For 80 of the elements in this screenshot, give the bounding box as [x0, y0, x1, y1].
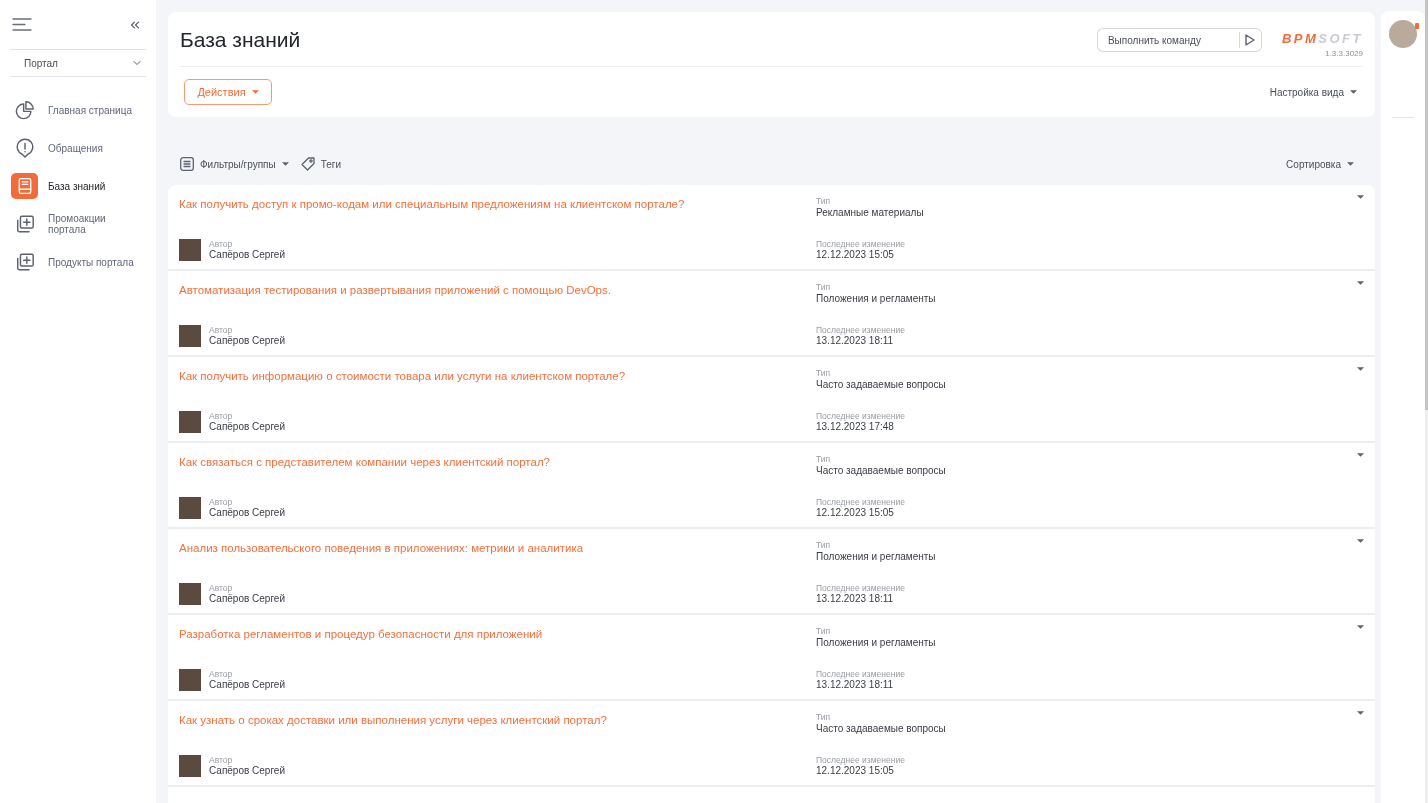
type-value: Положения и регламенты — [816, 292, 936, 305]
expand-caret-icon[interactable] — [1357, 367, 1364, 371]
scrollbar-thumb[interactable] — [1425, 0, 1428, 410]
expand-caret-icon[interactable] — [1357, 281, 1364, 285]
modified-date: 13.12.2023 18:11 — [816, 335, 894, 347]
modified-label: Последнее изменение — [816, 583, 905, 593]
menu-button[interactable] — [12, 17, 32, 32]
caret-icon — [281, 162, 289, 166]
caret-icon — [1350, 90, 1357, 94]
modified-date: 13.12.2023 17:48 — [816, 421, 894, 433]
actions-button[interactable]: Действия — [184, 79, 272, 105]
author-photo-placeholder — [179, 411, 201, 433]
nav-item[interactable]: Промоакции портала — [11, 205, 145, 243]
modified-label: Последнее изменение — [816, 325, 905, 335]
modified-date: 13.12.2023 18:11 — [816, 593, 894, 605]
type-value: Часто задаваемые вопросы — [816, 464, 946, 477]
author-label: Автор — [209, 583, 234, 593]
expand-caret-icon[interactable] — [1357, 625, 1364, 629]
nav-item[interactable]: Главная страница — [11, 91, 145, 129]
type-value: Положения и регламенты — [816, 636, 936, 649]
author-photo-placeholder — [179, 497, 201, 519]
version-label: 1.3.3.3029 — [1325, 49, 1363, 58]
author-name: Сапёров Сергей — [209, 335, 285, 347]
author-name: Сапёров Сергей — [209, 249, 285, 261]
expand-caret-icon[interactable] — [1357, 195, 1364, 199]
type-label: Тип — [816, 368, 831, 378]
type-label: Тип — [816, 712, 831, 722]
nav-item[interactable]: Обращения — [11, 129, 145, 167]
filters-button[interactable]: Фильтры/группы — [180, 156, 289, 172]
author-label: Автор — [209, 239, 234, 249]
author-photo-placeholder — [179, 325, 201, 347]
sort-button[interactable]: Сортировка — [1286, 156, 1363, 172]
author-name: Сапёров Сергей — [209, 507, 285, 519]
modified-label: Последнее изменение — [816, 497, 905, 507]
caret-icon — [1347, 162, 1354, 166]
type-label: Тип — [816, 196, 831, 206]
author-name: Сапёров Сергей — [209, 679, 285, 691]
modified-label: Последнее изменение — [816, 239, 905, 249]
author-photo-placeholder — [179, 755, 201, 777]
author-photo-placeholder — [179, 583, 201, 605]
author-label: Автор — [209, 755, 234, 765]
expand-caret-icon[interactable] — [1357, 453, 1364, 457]
book-icon — [11, 173, 38, 199]
type-value: Положения и регламенты — [816, 550, 936, 563]
notification-badge-icon — [1415, 23, 1419, 29]
modified-date: 12.12.2023 15:05 — [816, 249, 894, 261]
caret-icon — [251, 90, 259, 94]
type-value: Часто задаваемые вопросы — [816, 378, 946, 391]
type-value: Часто задаваемые вопросы — [816, 722, 946, 735]
author-name: Сапёров Сергей — [209, 765, 285, 777]
nav-item[interactable]: База знаний — [11, 167, 145, 205]
author-name: Сапёров Сергей — [209, 421, 285, 433]
section-dropdown[interactable]: Портал — [10, 50, 146, 76]
type-label: Тип — [816, 626, 831, 636]
page-title: База знаний — [180, 28, 301, 50]
tags-button[interactable]: Теги — [300, 156, 342, 172]
type-value: Рекламные материалы — [816, 206, 924, 219]
modified-date: 12.12.2023 15:05 — [816, 507, 894, 519]
author-label: Автор — [209, 325, 234, 335]
modified-label: Последнее изменение — [816, 669, 905, 679]
type-label: Тип — [816, 540, 831, 550]
type-label: Тип — [816, 454, 831, 464]
view-settings-button[interactable]: Настройка вида — [1269, 84, 1357, 100]
type-label: Тип — [816, 282, 831, 292]
author-name: Сапёров Сергей — [209, 593, 285, 605]
menu-icon — [12, 18, 32, 31]
nav-item[interactable]: Продукты портала — [11, 243, 145, 281]
expand-caret-icon[interactable] — [1357, 539, 1364, 543]
author-label: Автор — [209, 411, 234, 421]
expand-caret-icon[interactable] — [1357, 711, 1364, 715]
author-label: Автор — [209, 669, 234, 679]
modified-label: Последнее изменение — [816, 411, 905, 421]
tag-icon — [300, 157, 315, 171]
author-label: Автор — [209, 497, 234, 507]
author-photo-placeholder — [179, 239, 201, 261]
modified-date: 12.12.2023 15:05 — [816, 765, 894, 777]
author-photo-placeholder — [179, 669, 201, 691]
modified-date: 13.12.2023 18:11 — [816, 679, 894, 691]
modified-label: Последнее изменение — [816, 755, 905, 765]
list-icon — [180, 157, 194, 171]
